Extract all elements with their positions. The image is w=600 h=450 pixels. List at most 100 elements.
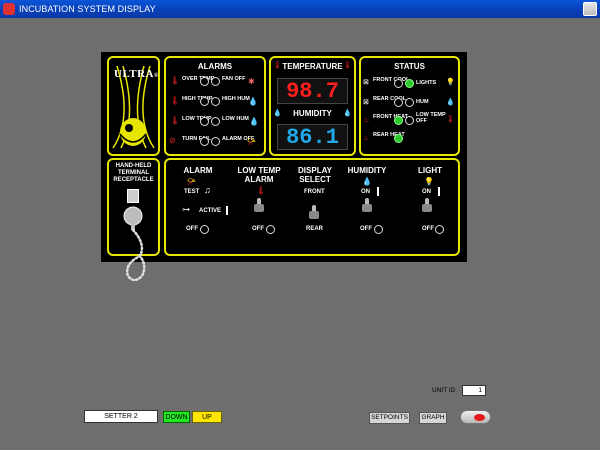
down-button[interactable]: DOWN: [163, 411, 190, 423]
light-toggle[interactable]: [422, 198, 432, 214]
light-off-indicator[interactable]: [435, 225, 444, 234]
water-drops-icon: 💧: [248, 97, 258, 106]
status-label-front-cool: FRONT COOL: [373, 77, 410, 83]
fan-icon: ⊠: [363, 99, 369, 106]
humidity-on-label: ON: [361, 189, 370, 195]
alarms-title: ALARMS: [197, 62, 233, 71]
fan-icon: ⊠: [363, 79, 369, 86]
unit-id-label: UNIT ID: [432, 387, 456, 394]
alarm-indicator-fan-off: [211, 77, 220, 86]
low-temp-alarm-title: LOW TEMP ALARM: [237, 166, 281, 184]
status-label-hum: HUM: [416, 99, 429, 105]
controls-box: ALARM 📯 TEST ♫ ⊶ ACTIVE OFF LOW TEMP ALA…: [164, 158, 460, 256]
status-indicator-hum: [405, 98, 414, 107]
light-on-marker: [438, 187, 440, 196]
alarm-indicator-turn-fail: [200, 137, 209, 146]
status-title: STATUS: [394, 62, 425, 71]
alarm-label-high-hum: HIGH HUM: [222, 96, 250, 102]
water-drop-icon: 💧: [343, 110, 352, 117]
humidity-off-indicator[interactable]: [374, 225, 383, 234]
power-indicator-icon: [474, 414, 485, 421]
app-icon: [3, 3, 15, 15]
lightbulb-icon: 💡: [424, 177, 434, 186]
close-button[interactable]: [583, 2, 597, 16]
water-drop-icon: 💧: [446, 99, 455, 106]
status-label-lights: LIGHTS: [416, 80, 437, 86]
status-indicator-front-heat: [394, 116, 403, 125]
display-select-title: DISPLAY SELECT: [298, 166, 332, 184]
light-on-label: ON: [422, 189, 431, 195]
low-temp-off-label: OFF: [252, 226, 264, 232]
status-indicator-front-cool: [394, 79, 403, 88]
alarm-indicator-low-temp: [200, 117, 209, 126]
alarm-indicator-over-temp: [200, 77, 209, 86]
water-drop-icon: 💧: [249, 117, 259, 126]
thermometer-icon: 🌡: [256, 186, 267, 195]
status-indicator-rear-cool: [394, 98, 403, 107]
status-indicator-rear-heat: [394, 134, 403, 143]
status-indicator-low-temp-off: [405, 116, 414, 125]
water-drop-icon: 💧: [362, 177, 372, 186]
display-select-toggle[interactable]: [309, 205, 319, 221]
humidity-control-title: HUMIDITY: [347, 166, 387, 175]
thermometer-icon: 🌡: [446, 116, 455, 123]
temperature-humidity-box: 🌡 TEMPERATURE 🌡 98.7 💧 HUMIDITY 💧 86.1: [269, 56, 356, 156]
alarm-off-label: OFF: [186, 226, 198, 232]
light-off-label: OFF: [422, 226, 434, 232]
alarm-control-title: ALARM: [183, 166, 213, 175]
humidity-label: HUMIDITY: [293, 109, 332, 118]
alarm-indicator-alarm-off: [211, 137, 220, 146]
setpoints-button[interactable]: SETPOINTS: [369, 412, 410, 424]
heater-icon: ♨: [363, 117, 370, 124]
alarm-indicator-low-hum: [211, 117, 220, 126]
humidity-toggle[interactable]: [362, 198, 372, 214]
incubator-panel: ULTRA® ALARMS 🌡 OVER TEMP FAN OFF ✱ 🌡 HI…: [101, 52, 467, 262]
handheld-title: HAND-HELD TERMINAL RECEPTACLE: [113, 163, 154, 183]
light-control-title: LIGHT: [418, 166, 442, 175]
thermometer-icon: 🌡: [170, 96, 181, 105]
alarm-active-label: ACTIVE: [199, 208, 222, 214]
terminal-keypad-icon: [127, 189, 139, 203]
horn-icon: 📯: [186, 177, 196, 186]
alarm-test-label: TEST: [184, 189, 200, 195]
display-rear-label: REAR: [306, 226, 324, 232]
handheld-cable-icon[interactable]: [118, 204, 152, 286]
title-bar: INCUBATION SYSTEM DISPLAY: [0, 0, 600, 18]
display-front-label: FRONT: [304, 189, 325, 195]
logo-text: ULTRA®: [114, 68, 159, 80]
alarm-label-low-hum: LOW HUM: [222, 116, 249, 122]
status-indicator-lights: [405, 79, 414, 88]
alarm-active-marker: [226, 206, 228, 215]
alarm-label-over-temp: OVER TEMP: [182, 76, 215, 82]
alarm-switch-icon[interactable]: ⊶: [182, 205, 190, 214]
fan-icon: ✱: [248, 77, 255, 86]
status-box: STATUS ⊠ FRONT COOL LIGHTS 💡 ⊠ REAR COOL…: [359, 56, 460, 156]
heater-icon: ♨: [363, 135, 370, 142]
thermometer-icon: 🌡: [170, 76, 181, 85]
humidity-on-marker: [377, 187, 379, 196]
alarm-off-indicator[interactable]: [200, 225, 209, 234]
up-button[interactable]: UP: [192, 411, 222, 423]
temperature-readout: 98.7: [277, 78, 348, 104]
power-toggle-button[interactable]: [460, 410, 491, 424]
temperature-label: TEMPERATURE: [282, 62, 343, 71]
humidity-readout: 86.1: [277, 124, 348, 150]
alarm-indicator-high-hum: [211, 97, 220, 106]
graph-button[interactable]: GRAPH: [419, 412, 447, 424]
lightbulb-icon: 💡: [446, 79, 455, 86]
unit-id-field[interactable]: 1: [462, 385, 486, 396]
music-note-icon: ♫: [204, 185, 211, 195]
horn-off-icon: 📯: [246, 137, 256, 146]
low-temp-alarm-toggle[interactable]: [254, 198, 264, 214]
window-title: INCUBATION SYSTEM DISPLAY: [19, 4, 156, 14]
low-temp-off-indicator[interactable]: [266, 225, 275, 234]
thermometer-icon: 🌡: [170, 116, 181, 125]
no-turn-icon: ⊘: [169, 136, 176, 145]
alarm-indicator-high-temp: [200, 97, 209, 106]
setter-field[interactable]: SETTER 2: [84, 410, 158, 423]
humidity-off-label: OFF: [360, 226, 372, 232]
logo-box: ULTRA®: [107, 56, 160, 156]
thermometer-icon: 🌡: [343, 62, 352, 69]
alarms-box: ALARMS 🌡 OVER TEMP FAN OFF ✱ 🌡 HIGH TEMP…: [164, 56, 266, 156]
alarm-label-fan-off: FAN OFF: [222, 76, 246, 82]
